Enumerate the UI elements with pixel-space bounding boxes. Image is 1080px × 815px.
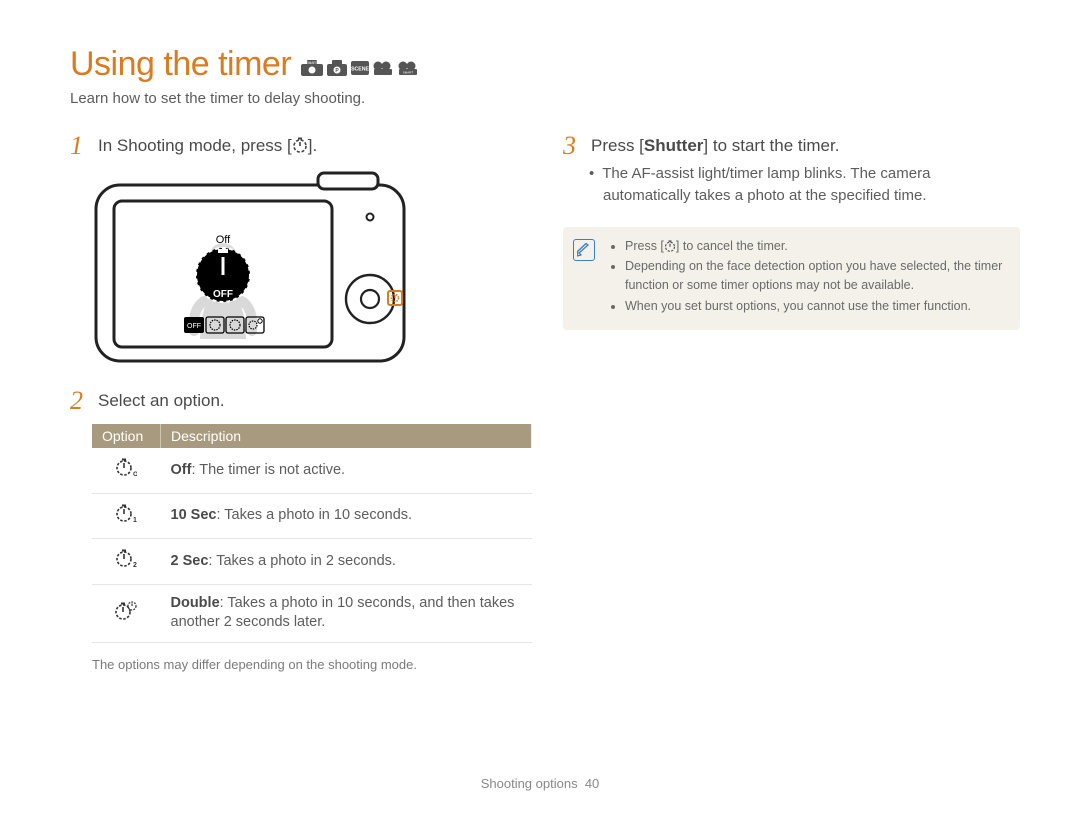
step-2-text: Select an option. bbox=[98, 390, 527, 413]
mode-camera-smart-icon: SMART bbox=[301, 60, 323, 76]
timer-icon bbox=[664, 240, 676, 252]
option-desc: Off: The timer is not active. bbox=[161, 448, 532, 493]
left-column: 1 In Shooting mode, press []. bbox=[70, 135, 527, 672]
mode-movie-smart-icon: SMART bbox=[397, 61, 419, 75]
option-icon-off: OFF bbox=[92, 448, 161, 493]
mode-icons-group: SMART P SCENE SMART bbox=[301, 54, 419, 76]
footer-page-number: 40 bbox=[585, 776, 599, 791]
svg-text:10: 10 bbox=[133, 517, 137, 523]
svg-text:OFF: OFF bbox=[133, 471, 137, 477]
options-table: Option Description OFF Off: The timer is… bbox=[92, 424, 532, 643]
option-desc: 10 Sec: Takes a photo in 10 seconds. bbox=[161, 493, 532, 539]
note-item: Press [] to cancel the timer. bbox=[625, 237, 1006, 256]
step-2: 2 Select an option. bbox=[70, 390, 527, 414]
step-1-text: In Shooting mode, press []. bbox=[98, 135, 527, 158]
content-columns: 1 In Shooting mode, press []. bbox=[70, 135, 1020, 672]
mode-movie-icon bbox=[373, 61, 393, 75]
right-column: 3 Press [Shutter] to start the timer. Th… bbox=[563, 135, 1020, 672]
step-3: 3 Press [Shutter] to start the timer. bbox=[563, 135, 1020, 159]
step-3-text: Press [Shutter] to start the timer. bbox=[591, 135, 1020, 158]
step-1-number: 1 bbox=[70, 133, 88, 159]
note-box: Press [] to cancel the timer. Depending … bbox=[563, 227, 1020, 330]
svg-text:OFF: OFF bbox=[213, 289, 233, 300]
step-2-number: 2 bbox=[70, 388, 88, 414]
step-3-number: 3 bbox=[563, 133, 581, 159]
footer-section: Shooting options bbox=[481, 776, 578, 791]
th-option: Option bbox=[92, 424, 161, 448]
svg-text:OFF: OFF bbox=[187, 323, 201, 330]
camera-screen-label-off: Off bbox=[216, 234, 231, 246]
options-footnote: The options may differ depending on the … bbox=[92, 657, 527, 672]
table-header-row: Option Description bbox=[92, 424, 532, 448]
svg-text:SCENE: SCENE bbox=[351, 66, 369, 72]
page-footer: Shooting options 40 bbox=[0, 776, 1080, 791]
page-title: Using the timer bbox=[70, 45, 291, 84]
manual-page: Using the timer SMART P SCENE SMART Lear… bbox=[0, 0, 1080, 815]
mode-scene-icon: SCENE bbox=[351, 61, 369, 75]
camera-illustration: Off OFF OFF bbox=[92, 171, 527, 376]
option-icon-2sec: 2 bbox=[92, 539, 161, 585]
option-icon-double bbox=[92, 584, 161, 642]
note-item: When you set burst options, you cannot u… bbox=[625, 297, 1006, 316]
timer-icon bbox=[292, 137, 308, 153]
title-line: Using the timer SMART P SCENE SMART bbox=[70, 45, 1020, 84]
svg-text:SMART: SMART bbox=[403, 70, 414, 74]
svg-text:SMART: SMART bbox=[307, 60, 318, 64]
page-subtitle: Learn how to set the timer to delay shoo… bbox=[70, 90, 1020, 107]
th-description: Description bbox=[161, 424, 532, 448]
note-list: Press [] to cancel the timer. Depending … bbox=[609, 237, 1006, 318]
step-3-bullet: The AF-assist light/timer lamp blinks. T… bbox=[603, 163, 1020, 207]
step-1: 1 In Shooting mode, press []. bbox=[70, 135, 527, 159]
mode-camera-p-icon: P bbox=[327, 60, 347, 76]
note-icon bbox=[573, 239, 595, 261]
table-row: OFF Off: The timer is not active. bbox=[92, 448, 532, 493]
table-row: Double: Takes a photo in 10 seconds, and… bbox=[92, 584, 532, 642]
option-desc: Double: Takes a photo in 10 seconds, and… bbox=[161, 584, 532, 642]
table-row: 2 2 Sec: Takes a photo in 2 seconds. bbox=[92, 539, 532, 585]
option-icon-10sec: 10 bbox=[92, 493, 161, 539]
note-item: Depending on the face detection option y… bbox=[625, 257, 1006, 295]
svg-text:2: 2 bbox=[133, 562, 137, 568]
table-row: 10 10 Sec: Takes a photo in 10 seconds. bbox=[92, 493, 532, 539]
option-desc: 2 Sec: Takes a photo in 2 seconds. bbox=[161, 539, 532, 585]
